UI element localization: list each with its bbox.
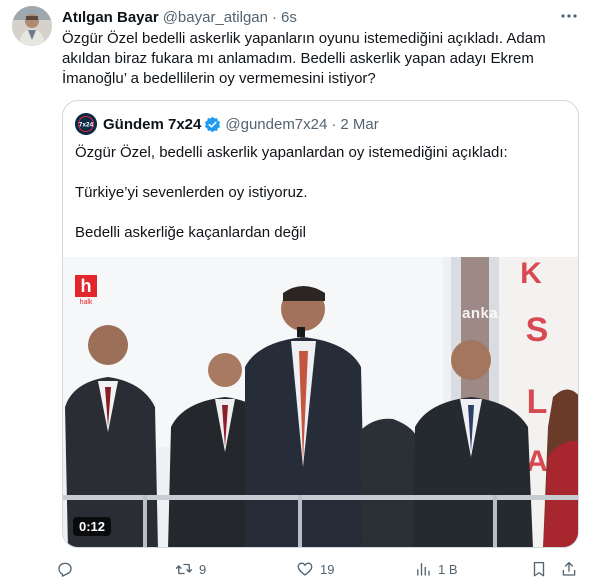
views-count: 1 B — [438, 561, 458, 577]
quoted-line-2: Türkiye’yi sevenlerden oy istiyoruz. — [75, 184, 308, 201]
separator-dot: · — [272, 8, 277, 26]
action-bar: 9 19 1 B — [56, 555, 581, 583]
retweet-count: 9 — [199, 561, 207, 577]
bookmark-icon — [533, 561, 545, 577]
video-duration: 0:12 — [73, 517, 112, 536]
quoted-name[interactable]: Gündem 7x24 — [103, 116, 201, 133]
video-frame: K S L A h halk — [63, 257, 578, 547]
author-name[interactable]: Atılgan Bayar — [62, 9, 159, 26]
anka-watermark: anka — [462, 305, 499, 322]
bookmark-button[interactable] — [530, 555, 548, 583]
views-icon — [417, 563, 430, 576]
retweet-button[interactable]: 9 — [175, 555, 206, 583]
verified-badge-icon — [205, 116, 221, 132]
reply-button[interactable] — [56, 555, 80, 583]
views-button[interactable]: 1 B — [414, 555, 458, 583]
retweet-icon — [175, 563, 193, 575]
author-handle[interactable]: @bayar_atilgan — [163, 9, 268, 26]
reply-icon — [58, 562, 72, 577]
quoted-time[interactable]: 2 Mar — [340, 116, 378, 133]
quoted-avatar-text: 7x24 — [79, 122, 94, 129]
quoted-text: Özgür Özel, bedelli askerlik yapanlardan… — [75, 143, 565, 263]
sign-letter-3: L — [527, 383, 548, 421]
like-button[interactable]: 19 — [296, 555, 334, 583]
sign-letter-1: K — [520, 257, 542, 290]
heart-icon — [297, 562, 313, 576]
tweet-header: Atılgan Bayar @bayar_atilgan · 6s — [62, 7, 579, 27]
quoted-header: 7x24 Gündem 7x24 @gundem7x24 · 2 Mar — [75, 113, 379, 135]
quoted-line-1: Özgür Özel, bedelli askerlik yapanlardan… — [75, 144, 508, 161]
more-options-icon[interactable] — [559, 6, 579, 26]
author-avatar[interactable] — [12, 6, 52, 46]
tweet-time[interactable]: 6s — [281, 9, 297, 26]
quoted-tweet[interactable]: 7x24 Gündem 7x24 @gundem7x24 · 2 Mar Özg… — [62, 100, 579, 548]
video-player[interactable]: K S L A h halk anka 0:12 — [63, 257, 578, 547]
sign-letter-2: S — [526, 311, 549, 349]
share-icon — [562, 561, 576, 576]
quoted-avatar[interactable]: 7x24 — [75, 113, 97, 135]
share-button[interactable] — [560, 555, 578, 583]
quoted-separator-dot: · — [331, 115, 337, 133]
quoted-line-3: Bedelli askerliğe kaçanlardan değil — [75, 224, 306, 241]
halk-logo-text: halk — [80, 299, 93, 306]
tweet[interactable]: Atılgan Bayar @bayar_atilgan · 6s Özgür … — [0, 0, 593, 584]
tweet-text: Özgür Özel bedelli askerlik yapanların o… — [62, 30, 546, 87]
quoted-handle[interactable]: @gundem7x24 — [225, 116, 327, 133]
halk-logo-letter: h — [81, 276, 92, 296]
like-count: 19 — [320, 561, 335, 577]
